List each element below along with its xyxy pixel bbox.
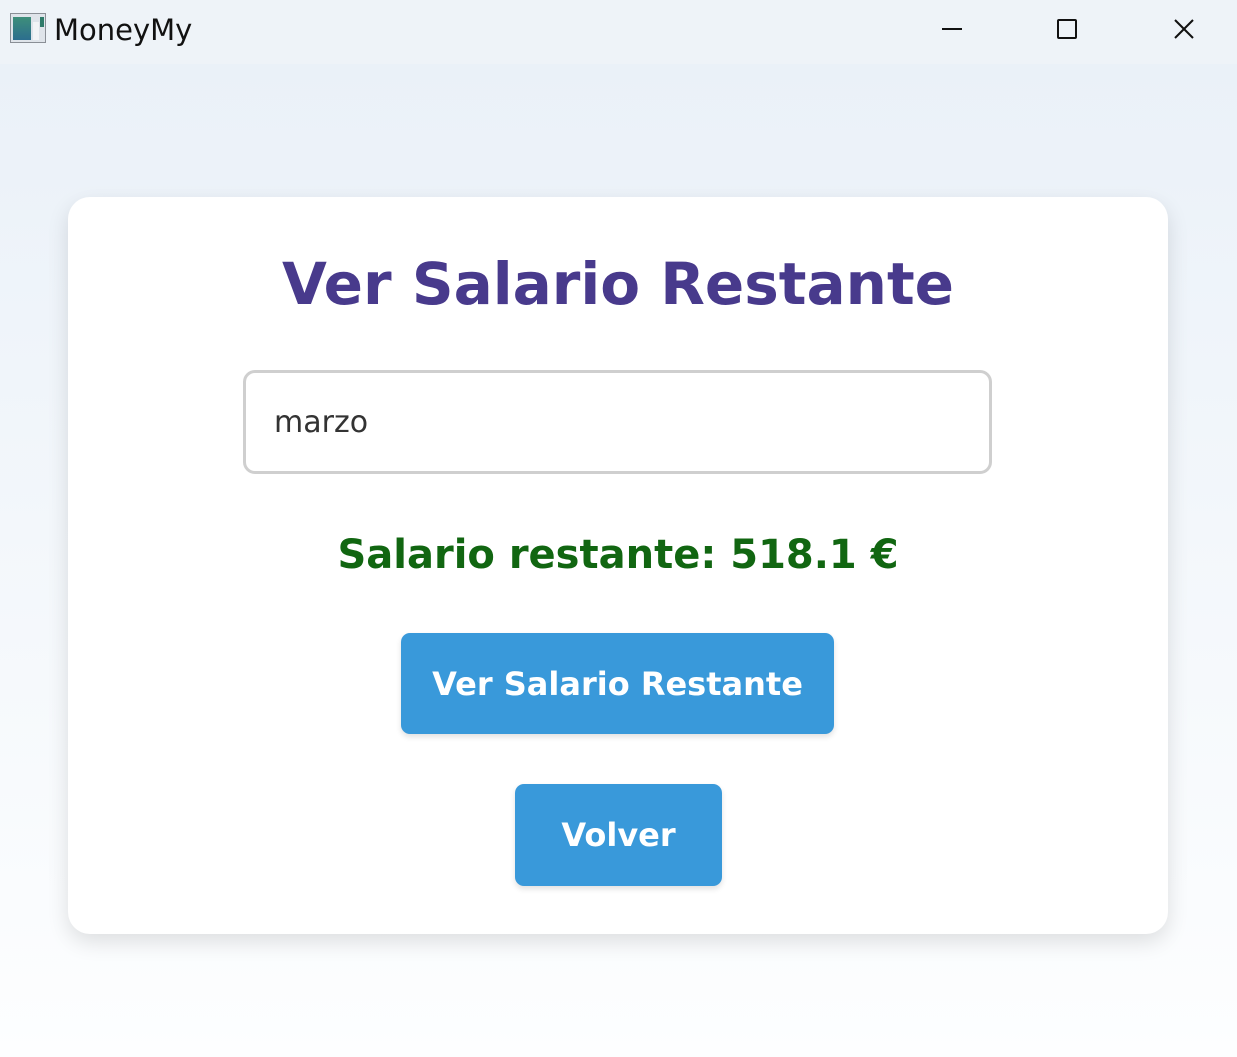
app-icon xyxy=(10,13,46,43)
close-button[interactable] xyxy=(1154,0,1214,58)
salary-card: Ver Salario Restante Salario restante: 5… xyxy=(68,197,1168,934)
title-bar: MoneyMy xyxy=(0,0,1237,64)
window-title: MoneyMy xyxy=(54,13,193,47)
show-remaining-salary-button[interactable]: Ver Salario Restante xyxy=(401,633,834,734)
minimize-button[interactable] xyxy=(922,0,982,58)
show-remaining-salary-label: Ver Salario Restante xyxy=(432,664,803,703)
back-button-label: Volver xyxy=(561,816,676,854)
month-input[interactable] xyxy=(243,370,992,474)
page-title: Ver Salario Restante xyxy=(281,250,955,318)
minimize-icon xyxy=(942,28,962,30)
close-icon xyxy=(1174,19,1194,39)
maximize-icon xyxy=(1057,19,1077,39)
back-button[interactable]: Volver xyxy=(515,784,722,886)
remaining-salary-text: Salario restante: 518.1 € xyxy=(337,532,899,578)
maximize-button[interactable] xyxy=(1037,0,1097,58)
